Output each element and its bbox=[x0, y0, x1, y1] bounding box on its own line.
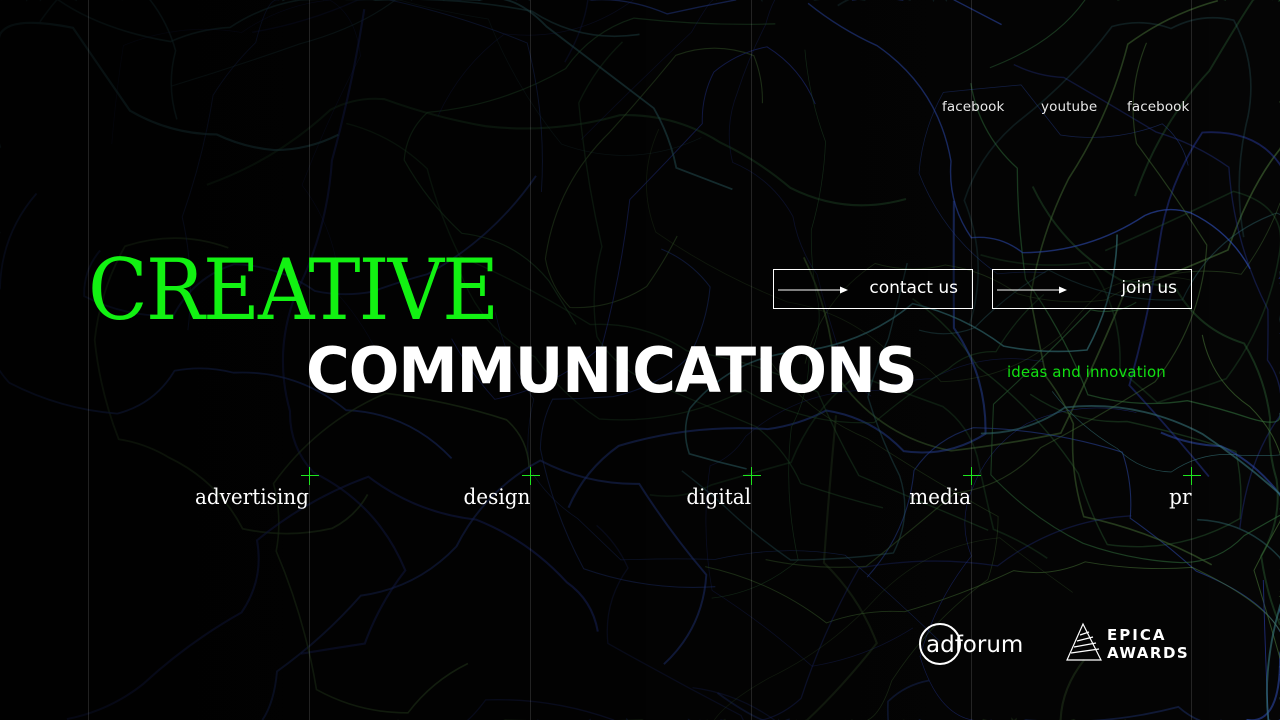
hero-title-communications: COMMUNICATIONS bbox=[306, 334, 918, 407]
facebook-link-secondary[interactable]: facebook bbox=[1127, 99, 1189, 115]
service-digital[interactable]: digital bbox=[686, 485, 751, 509]
service-media[interactable]: media bbox=[909, 485, 971, 509]
hero-tagline: ideas and innovation bbox=[1007, 363, 1166, 381]
adforum-wordmark: adforum bbox=[926, 632, 1023, 658]
join-us-button[interactable]: join us bbox=[992, 269, 1192, 309]
join-us-label: join us bbox=[1121, 278, 1177, 298]
epica-awards-logo[interactable]: EPICA AWARDS bbox=[1065, 622, 1195, 664]
plus-icon bbox=[743, 467, 761, 485]
adforum-logo[interactable]: adforum bbox=[918, 621, 1030, 667]
awards-word: AWARDS bbox=[1107, 644, 1189, 662]
page-root: facebook youtube facebook CREATIVE COMMU… bbox=[0, 0, 1280, 720]
contact-us-label: contact us bbox=[869, 278, 958, 298]
epica-word: EPICA bbox=[1107, 626, 1166, 644]
service-pr[interactable]: pr bbox=[1169, 485, 1191, 509]
service-advertising[interactable]: advertising bbox=[195, 485, 309, 509]
plus-icon bbox=[301, 467, 319, 485]
facebook-link[interactable]: facebook bbox=[942, 99, 1004, 115]
plus-icon bbox=[1183, 467, 1201, 485]
plus-icon bbox=[522, 467, 540, 485]
grid-line bbox=[88, 0, 89, 720]
arrow-right-icon bbox=[778, 286, 848, 294]
epica-pyramid-icon bbox=[1066, 622, 1102, 661]
hero-title-creative: CREATIVE bbox=[88, 241, 499, 339]
youtube-link[interactable]: youtube bbox=[1041, 99, 1097, 115]
plus-icon bbox=[963, 467, 981, 485]
contact-us-button[interactable]: contact us bbox=[773, 269, 973, 309]
arrow-right-icon bbox=[997, 286, 1067, 294]
service-design[interactable]: design bbox=[463, 485, 530, 509]
grid-line bbox=[1191, 0, 1192, 720]
